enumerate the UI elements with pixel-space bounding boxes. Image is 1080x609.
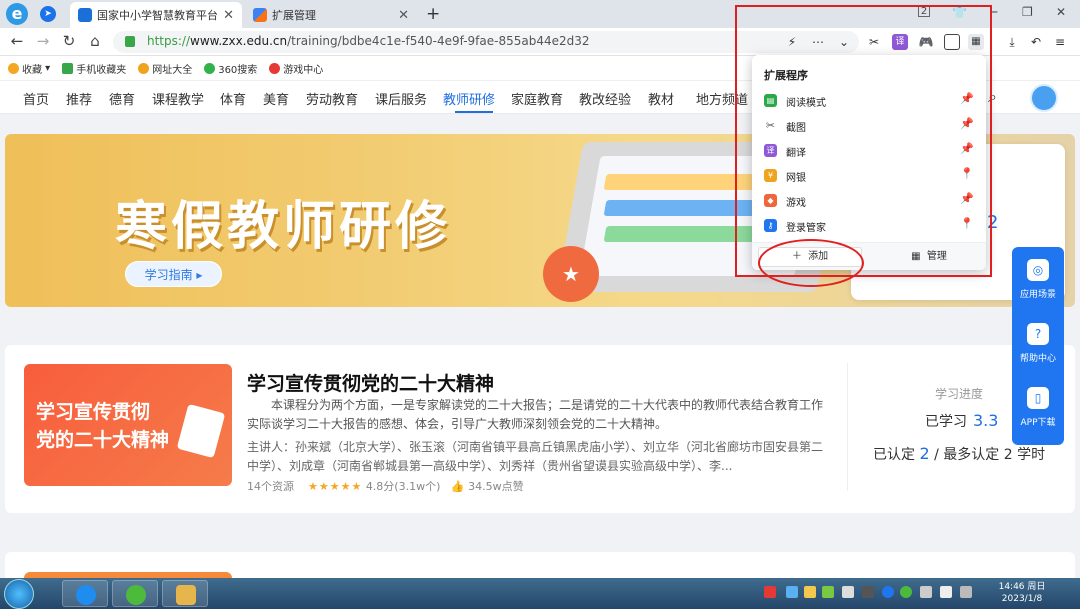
nav-item-arts[interactable]: 美育	[263, 89, 289, 108]
new-tab-button[interactable]: +	[426, 4, 440, 24]
search-360-icon	[204, 62, 216, 74]
active-underline	[455, 111, 493, 113]
tray-icon[interactable]	[900, 586, 912, 598]
download-icon[interactable]: ⤓	[1004, 34, 1020, 50]
phone-icon	[62, 62, 74, 74]
network-icon[interactable]	[920, 586, 932, 598]
bookmark-mobile[interactable]: 手机收藏夹	[62, 61, 126, 76]
course-card[interactable]: 学习宣传贯彻 党的二十大精神 学习宣传贯彻党的二十大精神 本课程分为两个方面，一…	[5, 345, 1075, 513]
avatar[interactable]	[1030, 84, 1058, 112]
bookmark-360[interactable]: 360搜索	[204, 61, 257, 76]
close-tab-icon[interactable]: ✕	[223, 8, 234, 23]
taskbar-app-sogou[interactable]	[62, 580, 108, 607]
bookmark-games[interactable]: 游戏中心	[269, 61, 323, 76]
course-speakers: 主讲人：孙来斌（北京大学）、张玉滚（河南省镇平县高丘镇黑虎庙小学）、刘立华（河北…	[247, 440, 824, 473]
reload-icon[interactable]: ↻	[60, 32, 78, 50]
nav-item-recommend[interactable]: 推荐	[66, 89, 92, 108]
tray-icon[interactable]	[862, 586, 874, 598]
start-button-icon[interactable]	[4, 579, 34, 609]
undo-icon[interactable]: ↶	[1028, 34, 1044, 50]
menu-icon[interactable]: ≡	[1052, 34, 1068, 50]
banner-title: 寒假教师研修	[115, 196, 452, 257]
course-title[interactable]: 学习宣传贯彻党的二十大精神	[247, 369, 494, 396]
progress-title: 学习进度	[935, 387, 984, 401]
nav-item-textbook[interactable]: 教材	[648, 89, 674, 108]
tray-icon[interactable]	[822, 586, 834, 598]
float-apps[interactable]: ◎ 应用场景	[1012, 259, 1064, 300]
taskbar-app-browser[interactable]	[112, 580, 158, 607]
rating-value: 4.8分(3.1w个)	[365, 480, 441, 493]
tab-active[interactable]: 国家中小学智慧教育平台 ✕	[70, 2, 242, 28]
rating-stars-icon: ★★★★★	[308, 480, 363, 493]
star-icon	[8, 62, 19, 74]
thumbs-up-icon: 👍	[450, 480, 465, 493]
taskbar: 14:46 周日 2023/1/8	[0, 578, 1080, 609]
resource-count: 14个资源	[247, 480, 294, 493]
nav-item-home[interactable]: 首页	[23, 89, 49, 108]
nav-item-labor[interactable]: 劳动教育	[306, 89, 358, 108]
study-guide-button[interactable]: 学习指南 ▸	[125, 261, 222, 287]
nav-item-sports[interactable]: 体育	[220, 89, 246, 108]
learned-hours: 已学习 3.3	[925, 411, 999, 430]
download-app-icon: ▯	[1027, 387, 1049, 409]
sogou-tray-icon[interactable]	[764, 586, 776, 598]
float-app-download[interactable]: ▯ APP下载	[1012, 387, 1064, 428]
home-icon[interactable]: ⌂	[86, 32, 104, 50]
forward-icon[interactable]: →	[34, 32, 52, 50]
apps-icon: ◎	[1027, 259, 1049, 281]
floating-sidebar: ◎ 应用场景 ? 帮助中心 ▯ APP下载	[1012, 247, 1064, 445]
game-icon	[269, 62, 281, 74]
bookmark-favorites[interactable]: 收藏 ▾	[8, 61, 50, 76]
back-icon[interactable]: ←	[8, 32, 26, 50]
tab-title: 国家中小学智慧教育平台	[97, 9, 218, 22]
close-tab-icon[interactable]: ✕	[398, 8, 409, 23]
nav-item-teacher-training[interactable]: 教师研修	[443, 89, 495, 108]
document-icon	[176, 403, 226, 459]
course-thumbnail[interactable]: 学习宣传贯彻 党的二十大精神	[24, 364, 232, 486]
divider	[847, 363, 848, 491]
nav-item-course[interactable]: 课程教学	[152, 89, 204, 108]
likes-count: 34.5w点赞	[468, 480, 524, 493]
system-clock[interactable]: 14:46 周日 2023/1/8	[995, 581, 1049, 605]
nav-item-family[interactable]: 家庭教育	[511, 89, 563, 108]
course-description: 本课程分为两个方面，一是专家解读党的二十大报告；二是请党的二十大代表中的教师代表…	[247, 398, 824, 431]
close-window-button[interactable]: ✕	[1056, 5, 1066, 19]
course-meta: 14个资源 ★★★★★ 4.8分(3.1w个) 👍 34.5w点赞	[247, 478, 524, 494]
nav-item-afterschool[interactable]: 课后服务	[375, 89, 427, 108]
bookmark-badge-icon: ★	[543, 246, 599, 302]
clock-time: 14:46 周日	[998, 582, 1046, 592]
tab-extensions[interactable]: 扩展管理 ✕	[245, 2, 417, 28]
maximize-button[interactable]: ❐	[1022, 5, 1033, 19]
annotation-ellipse	[758, 239, 864, 287]
clock-date: 2023/1/8	[1001, 594, 1043, 604]
url-text[interactable]: https://www.zxx.edu.cn/training/bdbe4c1e…	[147, 34, 590, 48]
nav-item-moral[interactable]: 德育	[109, 89, 135, 108]
tray-icon[interactable]	[882, 586, 894, 598]
tray-icon[interactable]	[786, 586, 798, 598]
browser-logo-icon[interactable]: e	[6, 3, 28, 25]
web-icon	[138, 62, 150, 74]
tray-icon[interactable]	[940, 586, 952, 598]
site-favicon-icon	[78, 8, 92, 22]
navigation-compass-icon[interactable]: ➤	[40, 6, 56, 22]
float-help[interactable]: ? 帮助中心	[1012, 323, 1064, 364]
nav-item-reform[interactable]: 教改经验	[579, 89, 631, 108]
lock-icon	[125, 36, 135, 47]
extensions-favicon-icon	[253, 8, 267, 22]
help-icon: ?	[1027, 323, 1049, 345]
tray-icon[interactable]	[804, 586, 816, 598]
annotation-rectangle	[735, 5, 992, 277]
tab-title: 扩展管理	[272, 9, 316, 22]
bookmark-web[interactable]: 网址大全	[138, 61, 192, 76]
taskbar-app-paint[interactable]	[162, 580, 208, 607]
certified-hours: 已认定 2 / 最多认定 2 学时	[873, 444, 1046, 463]
thumbnail-title: 学习宣传贯彻 党的二十大精神	[36, 401, 170, 451]
volume-icon[interactable]	[842, 586, 854, 598]
tray-icon[interactable]	[960, 586, 972, 598]
